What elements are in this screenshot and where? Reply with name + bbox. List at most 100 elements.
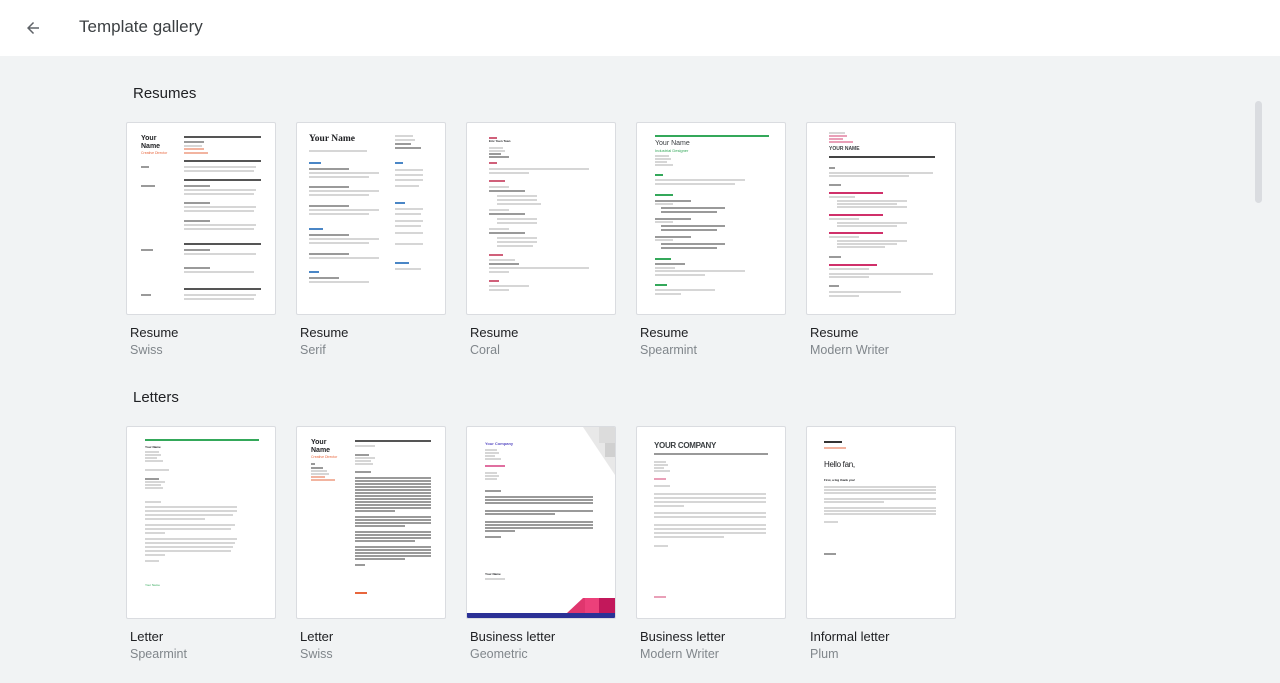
preview-text-line (355, 477, 431, 479)
preview-text-line (485, 502, 593, 504)
template-card-resume-modern-writer[interactable]: YOUR NAME Resume Modern Writer (806, 122, 956, 357)
preview-text-line (309, 277, 339, 279)
preview-text-line (395, 213, 421, 215)
preview-text-line (485, 449, 497, 451)
preview-text-line (489, 285, 529, 287)
preview-text-line (311, 476, 325, 478)
preview-text-line (395, 202, 405, 204)
preview-text-line (145, 454, 161, 456)
preview-text-line (655, 270, 745, 272)
preview-text-line (485, 478, 497, 480)
preview-text-line (824, 447, 846, 449)
preview-text-line (489, 280, 499, 282)
preview-text-line (311, 463, 315, 465)
preview-text-line (355, 522, 431, 524)
preview-text-line (395, 232, 423, 234)
preview-text-line (145, 542, 235, 544)
preview-text-line (309, 238, 379, 240)
preview-text-line (485, 499, 593, 501)
preview-text-line (184, 294, 256, 296)
template-card-resume-serif[interactable]: Your Name Resume Serif (296, 122, 446, 357)
preview-text-line (829, 172, 933, 174)
preview-text-line (489, 228, 509, 230)
template-card-business-letter-geometric[interactable]: Your Company Your Name Business letter G… (466, 426, 616, 661)
preview-text-line (489, 267, 589, 269)
preview-text-line (485, 524, 593, 526)
preview-text-line (184, 179, 261, 181)
preview-text-line (184, 166, 256, 168)
preview-text-line (824, 510, 936, 512)
template-card-business-letter-modern-writer[interactable]: YOUR COMPANY Business letter Modern Writ… (636, 426, 786, 661)
preview-text-line (395, 147, 421, 149)
preview-text-line (655, 258, 671, 260)
preview-text-line (661, 207, 725, 209)
preview-text-line (655, 203, 673, 205)
preview-text-line (485, 510, 593, 512)
preview-text-line (355, 540, 415, 542)
section-title-letters: Letters (133, 389, 179, 406)
preview-signature: Your Name (485, 572, 501, 576)
preview-text-line (661, 247, 717, 249)
preview-text-line (311, 479, 335, 481)
preview-subheading: Creative Director (311, 455, 338, 459)
preview-text-line (395, 139, 415, 141)
geometric-decoration-bottom (467, 598, 615, 618)
template-thumbnail: Your Name Industrial Designer (636, 122, 786, 315)
preview-text-line (837, 222, 907, 224)
preview-text-line (654, 493, 766, 495)
preview-text-line (655, 293, 681, 295)
preview-text-line (829, 184, 841, 186)
template-thumbnail: Your Name (296, 122, 446, 315)
preview-text-line (145, 451, 159, 453)
preview-text-line (654, 470, 670, 472)
vertical-scrollbar[interactable] (1255, 101, 1262, 203)
preview-text-line (655, 274, 705, 276)
preview-text-line (824, 501, 884, 503)
app-header: Template gallery (0, 0, 1280, 56)
preview-text-line (184, 189, 256, 191)
preview-text-line (485, 458, 501, 460)
template-thumbnail: Hello fan, First, a big thank you! (806, 426, 956, 619)
preview-text-line (145, 469, 169, 471)
preview-text-line (395, 185, 419, 187)
preview-text-line (654, 516, 766, 518)
preview-text-line (655, 179, 745, 181)
template-card-resume-coral[interactable]: Eric Yuen Tuan Resume Coral (466, 122, 616, 357)
preview-text-line (184, 170, 254, 172)
preview-text-line (395, 135, 413, 137)
template-subtitle: Serif (300, 343, 326, 357)
preview-text-line (497, 237, 537, 239)
preview-text-line (145, 538, 237, 540)
preview-text-line (497, 245, 533, 247)
preview-text-line (654, 524, 766, 526)
template-card-resume-swiss[interactable]: Your Name Creative Director Resume Swiss (126, 122, 276, 357)
preview-text-line (485, 536, 501, 538)
preview-text-line (145, 550, 231, 552)
back-button[interactable] (18, 13, 48, 43)
preview-text-line (655, 267, 675, 269)
preview-text-line (497, 203, 541, 205)
gallery-content: Resumes Your Name Creative Director Resu… (0, 56, 1280, 683)
template-card-informal-letter-plum[interactable]: Hello fan, First, a big thank you! Infor… (806, 426, 956, 661)
preview-text-line (355, 519, 431, 521)
preview-text-line (489, 254, 503, 256)
preview-signature: Your Name (145, 583, 160, 587)
preview-heading: Eric Yuen Tuan (489, 139, 511, 143)
preview-text-line (497, 195, 537, 197)
preview-text-line (829, 295, 859, 297)
preview-heading: Your Name (309, 134, 356, 144)
template-card-letter-spearmint[interactable]: Your Name Your Name Letter Spearmint (126, 426, 276, 661)
template-card-resume-spearmint[interactable]: Your Name Industrial Designer Resume Spe… (636, 122, 786, 357)
preview-text-line (829, 218, 859, 220)
preview-text-line (311, 473, 329, 475)
preview-text-line (654, 501, 766, 503)
preview-text-line (489, 271, 509, 273)
preview-text-line (145, 487, 163, 489)
template-card-letter-swiss[interactable]: Your Name Creative Director Letter Swiss (296, 426, 446, 661)
preview-text-line (309, 176, 369, 178)
preview-text-line (184, 193, 254, 195)
preview-text-line (395, 220, 423, 222)
preview-text-line (824, 513, 936, 515)
template-title: Informal letter (810, 629, 890, 644)
preview-text-line (395, 143, 411, 145)
